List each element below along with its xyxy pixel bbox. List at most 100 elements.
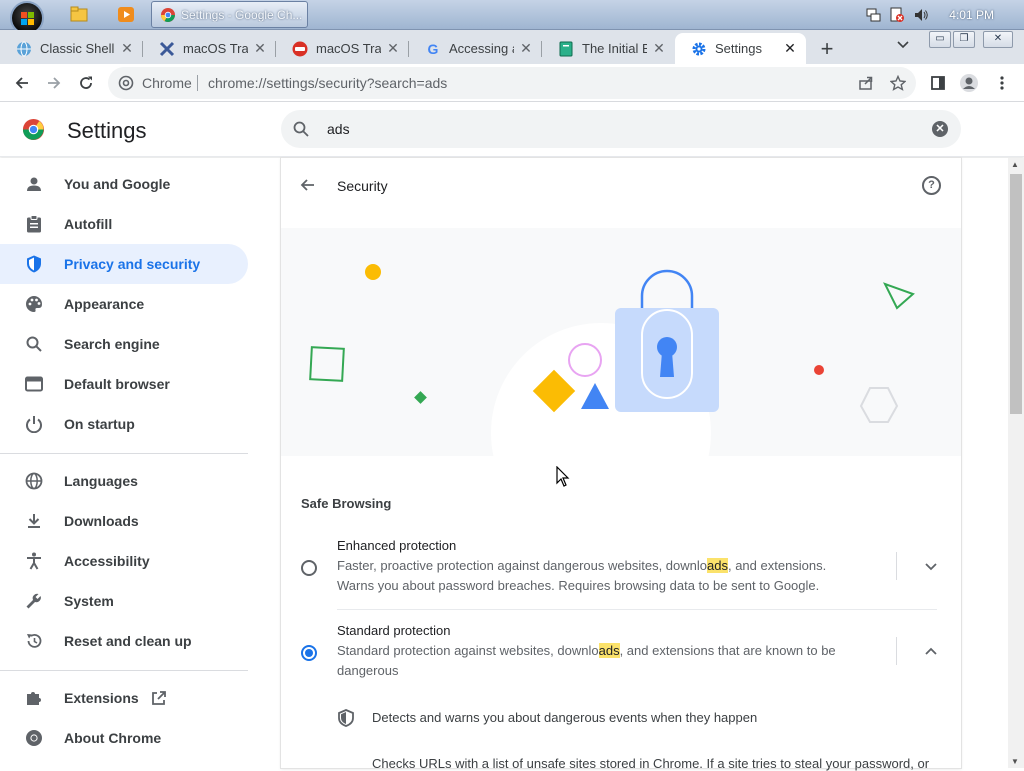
side-panel-button[interactable] xyxy=(927,72,949,94)
tab-macos-trans-2[interactable]: macOS Trans✕ xyxy=(276,33,409,64)
reload-button[interactable] xyxy=(75,72,97,94)
network-icon[interactable] xyxy=(865,7,881,23)
x-icon xyxy=(159,41,175,57)
sidebar-item-autofill[interactable]: Autofill xyxy=(0,204,248,244)
omnibox-divider xyxy=(197,75,198,91)
chrome-site-icon xyxy=(118,75,134,91)
sidebar-divider xyxy=(0,670,248,671)
share-icon[interactable] xyxy=(858,75,874,91)
forward-button[interactable] xyxy=(43,72,65,94)
windows-taskbar: Settings - Google Ch... 4:01 PM xyxy=(0,0,1024,35)
sidebar-item-extensions[interactable]: Extensions xyxy=(0,678,248,718)
kebab-menu-icon xyxy=(1000,76,1004,90)
desc-text: Faster, proactive protection against dan… xyxy=(337,558,707,573)
close-tab-icon[interactable]: ✕ xyxy=(518,40,534,57)
sidebar-item-privacy-and-security[interactable]: Privacy and security xyxy=(0,244,248,284)
shield-icon xyxy=(24,254,44,274)
close-tab-icon[interactable]: ✕ xyxy=(782,40,798,57)
download-icon xyxy=(24,511,44,531)
browser-icon xyxy=(24,374,44,394)
page-subtitle: Security xyxy=(337,178,388,194)
site-chip: Chrome xyxy=(142,75,192,91)
tab-initial-be[interactable]: The Initial Be✕ xyxy=(542,33,675,64)
reset-icon xyxy=(24,631,44,651)
sidebar-item-search-engine[interactable]: Search engine xyxy=(0,324,248,364)
minimize-button[interactable]: ▭ xyxy=(929,31,951,48)
tab-macos-trans-1[interactable]: macOS Trans✕ xyxy=(143,33,276,64)
search-value: ads xyxy=(327,121,350,137)
maximize-button[interactable]: ❐ xyxy=(953,31,975,48)
back-button[interactable] xyxy=(299,176,317,199)
action-center-icon[interactable] xyxy=(889,7,905,23)
puzzle-icon xyxy=(24,688,44,708)
browser-toolbar: Chrome chrome://settings/security?search… xyxy=(0,64,1024,102)
taskbar-chrome-window[interactable]: Settings - Google Ch... xyxy=(151,1,308,28)
detail-checks-urls: Checks URLs with a list of unsafe sites … xyxy=(372,756,930,771)
settings-header: Settings ads ✕ xyxy=(0,102,1024,157)
sidebar-item-default-browser[interactable]: Default browser xyxy=(0,364,248,404)
settings-sidebar: You and Google Autofill Privacy and secu… xyxy=(0,158,280,768)
close-tab-icon[interactable]: ✕ xyxy=(119,40,135,57)
side-panel-icon xyxy=(931,76,945,90)
chrome-logo-icon xyxy=(22,118,45,141)
sidebar-item-reset-and-clean-up[interactable]: Reset and clean up xyxy=(0,621,248,661)
tab-accessing[interactable]: G Accessing an✕ xyxy=(409,33,542,64)
profile-button[interactable] xyxy=(958,72,980,94)
page-title: Settings xyxy=(67,118,147,143)
bookmark-star-icon[interactable] xyxy=(890,75,906,91)
file-explorer-icon[interactable] xyxy=(70,6,88,23)
enhanced-protection-radio[interactable] xyxy=(301,560,317,576)
search-icon xyxy=(24,334,44,354)
standard-protection-radio[interactable] xyxy=(301,645,317,661)
close-tab-icon[interactable]: ✕ xyxy=(385,40,401,57)
tab-settings[interactable]: Settings ✕ xyxy=(675,33,806,64)
menu-button[interactable] xyxy=(991,72,1013,94)
sidebar-item-languages[interactable]: Languages xyxy=(0,461,248,501)
scroll-down-icon[interactable]: ▼ xyxy=(1011,757,1019,766)
url-text[interactable]: chrome://settings/security?search=ads xyxy=(208,75,447,91)
clock[interactable]: 4:01 PM xyxy=(949,8,994,22)
scroll-thumb[interactable] xyxy=(1010,174,1022,414)
security-illustration xyxy=(281,228,961,456)
desc-text: Standard protection against websites, do… xyxy=(337,643,599,658)
volume-icon[interactable] xyxy=(913,7,929,23)
sidebar-item-accessibility[interactable]: Accessibility xyxy=(0,541,248,581)
globe-icon xyxy=(24,471,44,491)
system-tray: 4:01 PM xyxy=(865,0,1024,30)
page-scrollbar[interactable]: ▲ ▼ xyxy=(1008,158,1024,768)
chevron-up-icon[interactable] xyxy=(924,645,938,659)
google-icon: G xyxy=(427,40,439,57)
red-badge-icon xyxy=(292,41,308,57)
sidebar-item-about-chrome[interactable]: About Chrome xyxy=(0,718,248,758)
sidebar-item-system[interactable]: System xyxy=(0,581,248,621)
globe-icon xyxy=(16,41,32,57)
search-highlight: ads xyxy=(707,558,728,573)
clear-search-icon[interactable]: ✕ xyxy=(932,121,948,137)
option-description: Faster, proactive protection against dan… xyxy=(337,556,857,596)
security-card-header: Security ? xyxy=(281,158,961,214)
close-window-button[interactable]: ✕ xyxy=(983,31,1013,48)
close-tab-icon[interactable]: ✕ xyxy=(651,40,667,57)
media-player-icon[interactable] xyxy=(117,6,135,23)
sidebar-item-appearance[interactable]: Appearance xyxy=(0,284,248,324)
sidebar-divider xyxy=(0,453,248,454)
tab-classic-shell[interactable]: Classic Shell ✕ xyxy=(0,33,143,64)
new-tab-button[interactable]: + xyxy=(815,36,839,62)
scroll-up-icon[interactable]: ▲ xyxy=(1011,160,1019,169)
windows-logo-icon xyxy=(21,12,35,26)
option-divider xyxy=(896,637,897,665)
sidebar-item-downloads[interactable]: Downloads xyxy=(0,501,248,541)
close-tab-icon[interactable]: ✕ xyxy=(252,40,268,57)
doc-icon xyxy=(558,41,574,57)
taskbar-task-label: Settings - Google Ch... xyxy=(181,7,303,22)
settings-search-input[interactable]: ads ✕ xyxy=(281,110,961,148)
back-button[interactable] xyxy=(11,72,33,94)
accessibility-icon xyxy=(24,551,44,571)
sidebar-item-you-and-google[interactable]: You and Google xyxy=(0,164,248,204)
sidebar-item-on-startup[interactable]: On startup xyxy=(0,404,248,444)
tab-search-chevron-icon[interactable] xyxy=(897,38,909,52)
address-bar[interactable]: Chrome chrome://settings/security?search… xyxy=(108,67,916,99)
help-icon[interactable]: ? xyxy=(922,176,941,195)
chevron-down-icon[interactable] xyxy=(924,560,938,574)
shield-icon xyxy=(338,709,354,727)
